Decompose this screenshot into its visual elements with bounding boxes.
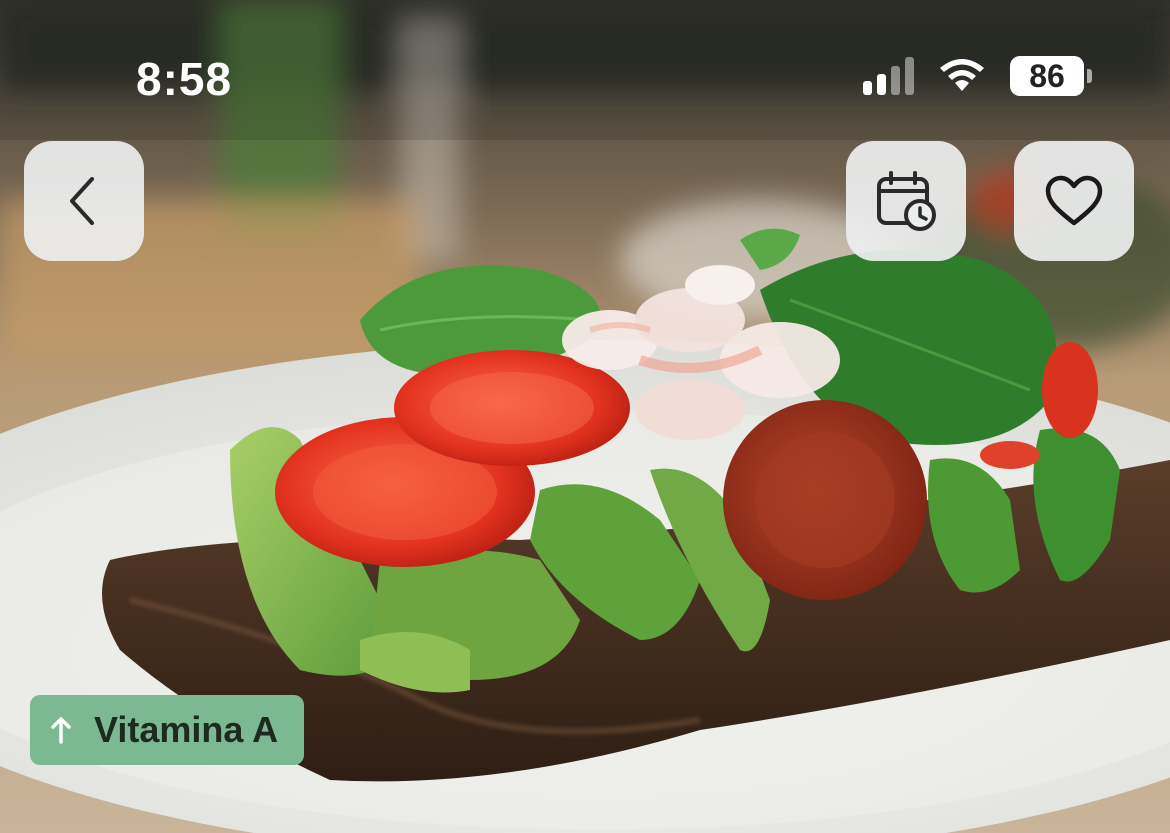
cellular-signal-icon	[863, 57, 914, 95]
favorite-button[interactable]	[1014, 141, 1134, 261]
status-icons: 86	[863, 56, 1092, 96]
wifi-icon	[940, 59, 984, 91]
status-bar: 8:58 86	[0, 0, 1170, 130]
battery-level: 86	[1010, 56, 1084, 96]
calendar-clock-icon	[877, 171, 936, 231]
chevron-left-icon	[70, 177, 94, 225]
back-button[interactable]	[24, 141, 144, 261]
battery-icon: 86	[1010, 56, 1092, 96]
nutrient-tag-label: Vitamina A	[94, 709, 279, 750]
heart-outline-icon	[1045, 175, 1103, 226]
arrow-up-icon	[51, 717, 71, 744]
nutrient-tag: Vitamina A	[30, 695, 305, 765]
status-time: 8:58	[136, 53, 233, 105]
schedule-button[interactable]	[846, 141, 966, 261]
recipe-hero: 8:58 86 Vitamina A	[0, 0, 1170, 833]
